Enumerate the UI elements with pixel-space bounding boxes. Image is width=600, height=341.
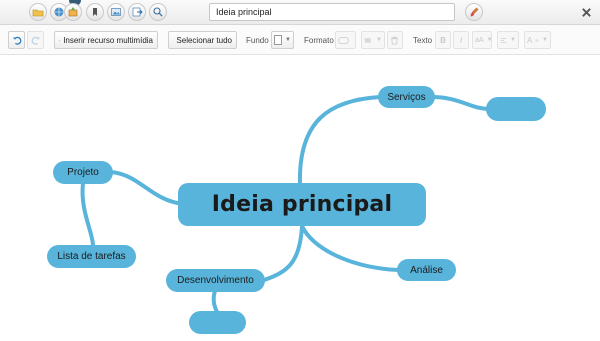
shape-format-dropdown[interactable] xyxy=(335,31,356,49)
font-size-dropdown[interactable]: aA ▼ xyxy=(472,31,493,49)
insert-media-label: Inserir recurso multimídia xyxy=(63,35,153,45)
text-label: Texto xyxy=(413,36,433,45)
redo-button[interactable] xyxy=(27,31,44,49)
select-all-label: Selecionar tudo xyxy=(176,35,232,45)
node-servicos[interactable]: Serviços xyxy=(378,86,435,108)
share-icon[interactable] xyxy=(64,3,82,21)
media-icon xyxy=(59,39,61,41)
insert-media-button[interactable]: Inserir recurso multimídia xyxy=(54,31,158,49)
node-lista-tarefas-label: Lista de tarefas xyxy=(57,251,126,262)
shape-icon xyxy=(338,36,349,44)
chevron-down-icon: ▼ xyxy=(542,37,548,43)
central-idea-label: Ideia principal xyxy=(211,192,393,217)
bold-button[interactable]: B xyxy=(435,31,451,49)
font-color-label: A xyxy=(527,35,533,45)
search-zoom-icon[interactable] xyxy=(149,3,167,21)
fill-color-dropdown[interactable]: ▼ xyxy=(361,31,385,49)
node-projeto-label: Projeto xyxy=(67,167,99,178)
chevron-down-icon: ▼ xyxy=(486,37,493,43)
formatting-toolbar: Inserir recurso multimídia Selecionar tu… xyxy=(0,25,600,55)
close-icon[interactable] xyxy=(579,5,593,19)
node-analise-label: Análise xyxy=(410,264,443,276)
node-lista-tarefas[interactable]: Lista de tarefas xyxy=(47,245,136,268)
background-label: Fundo xyxy=(246,36,269,45)
node-desenvolvimento-label: Desenvolvimento xyxy=(177,275,254,286)
export-icon[interactable] xyxy=(128,3,146,21)
chevron-down-icon: ▼ xyxy=(510,37,516,43)
chevron-down-icon: ▼ xyxy=(376,37,382,43)
node-empty-bottom[interactable] xyxy=(189,311,246,334)
font-color-dropdown[interactable]: A ▼ xyxy=(524,31,551,49)
background-color-picker[interactable]: ▼ xyxy=(271,31,294,49)
background-swatch xyxy=(274,35,283,45)
bookmark-icon[interactable] xyxy=(86,3,104,21)
font-size-label: aA xyxy=(475,36,484,44)
folder-open-icon[interactable] xyxy=(29,3,47,21)
image-icon[interactable] xyxy=(107,3,125,21)
map-title-input[interactable] xyxy=(209,3,455,21)
paint-brush-icon[interactable] xyxy=(465,3,483,21)
delete-format-button[interactable] xyxy=(387,31,403,49)
italic-label: I xyxy=(459,35,463,45)
trash-icon xyxy=(391,35,398,45)
text-align-dropdown[interactable]: ▼ xyxy=(497,31,519,49)
chevron-down-icon: ▼ xyxy=(285,37,291,43)
undo-icon xyxy=(12,36,21,45)
node-desenvolvimento[interactable]: Desenvolvimento xyxy=(166,269,265,292)
node-servicos-label: Serviços xyxy=(387,91,426,103)
node-projeto[interactable]: Projeto xyxy=(53,161,113,184)
redo-icon xyxy=(31,36,40,45)
format-label: Formato xyxy=(304,36,334,45)
select-all-button[interactable]: Selecionar tudo xyxy=(168,31,237,49)
color-fill-icon xyxy=(535,38,539,42)
central-idea-node[interactable]: Ideia principal xyxy=(178,183,426,226)
top-bar xyxy=(0,0,600,25)
align-icon xyxy=(500,37,507,43)
undo-button[interactable] xyxy=(8,31,25,49)
fill-icon xyxy=(364,37,371,43)
italic-button[interactable]: I xyxy=(453,31,469,49)
bold-label: B xyxy=(440,35,446,45)
node-empty-right[interactable] xyxy=(486,97,546,121)
node-analise[interactable]: Análise xyxy=(397,259,456,281)
